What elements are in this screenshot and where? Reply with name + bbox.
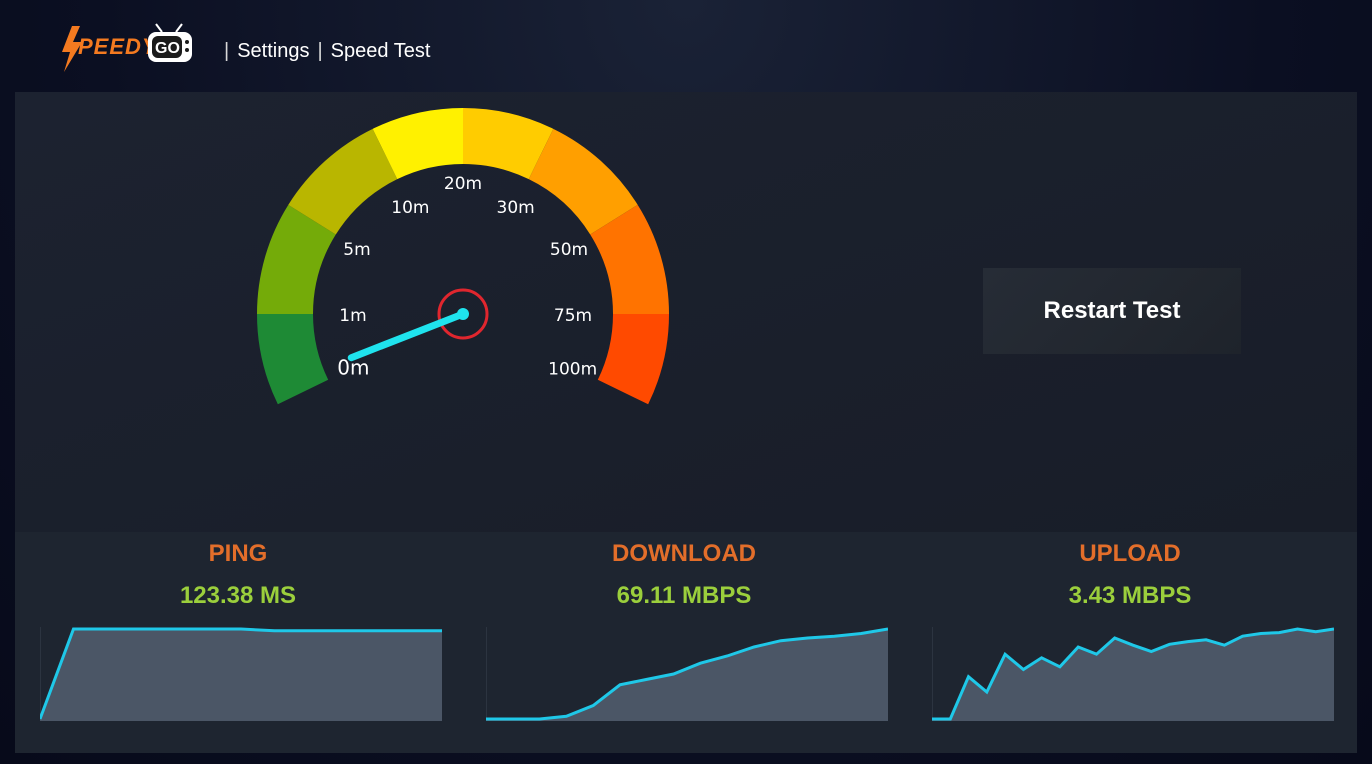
speedygo-logo: PEEDY GO (58, 20, 198, 76)
svg-text:PEEDY: PEEDY (78, 34, 159, 59)
gauge-needle (347, 288, 489, 362)
breadcrumb-speed-test: Speed Test (330, 40, 431, 62)
gauge-segments (257, 108, 669, 405)
ping-value: 123.38 MS (179, 582, 297, 609)
gauge-segment (257, 314, 329, 405)
gauge-label: 1m (339, 306, 366, 326)
gauge-label: 20m (444, 174, 482, 194)
download-graph (486, 627, 888, 721)
gauge-label: 50m (550, 240, 588, 260)
upload-title: UPLOAD (1079, 540, 1181, 567)
graph-area (40, 629, 442, 721)
ping-stat: PING 123.38 MS (15, 532, 461, 753)
gauge-label: 5m (343, 240, 370, 260)
graph-area (932, 629, 1334, 721)
download-title: DOWNLOAD (612, 540, 756, 567)
upload-graph (932, 627, 1334, 721)
upload-stat: UPLOAD 3.43 MBPS (907, 532, 1353, 753)
svg-text:GO: GO (155, 40, 180, 57)
ping-graph (40, 627, 442, 721)
download-value: 69.11 MBPS (616, 582, 752, 609)
gauge-label: 30m (497, 198, 535, 218)
breadcrumb-separator: | (224, 40, 230, 62)
gauge-label: 75m (554, 306, 592, 326)
breadcrumb-settings[interactable]: Settings (237, 40, 309, 63)
gauge-hub (457, 308, 469, 320)
gauge-segment (597, 314, 669, 405)
graph-area (486, 629, 888, 721)
gauge-label: 100m (548, 359, 597, 379)
download-stat: DOWNLOAD 69.11 MBPS (461, 532, 907, 753)
upload-value: 3.43 MBPS (1068, 582, 1192, 609)
stats-panel: PING 123.38 MS DOWNLOAD 69.11 MBPS UPLOA… (15, 532, 1357, 753)
header: PEEDY GO | Settings | Speed Test (0, 0, 1372, 92)
gauge-label: 10m (391, 198, 429, 218)
restart-test-button[interactable]: Restart Test (983, 268, 1241, 354)
ping-title: PING (208, 540, 268, 567)
breadcrumb-separator: | (317, 40, 323, 62)
gauge-needle-line (347, 310, 467, 362)
breadcrumb: | Settings | Speed Test (224, 40, 430, 63)
